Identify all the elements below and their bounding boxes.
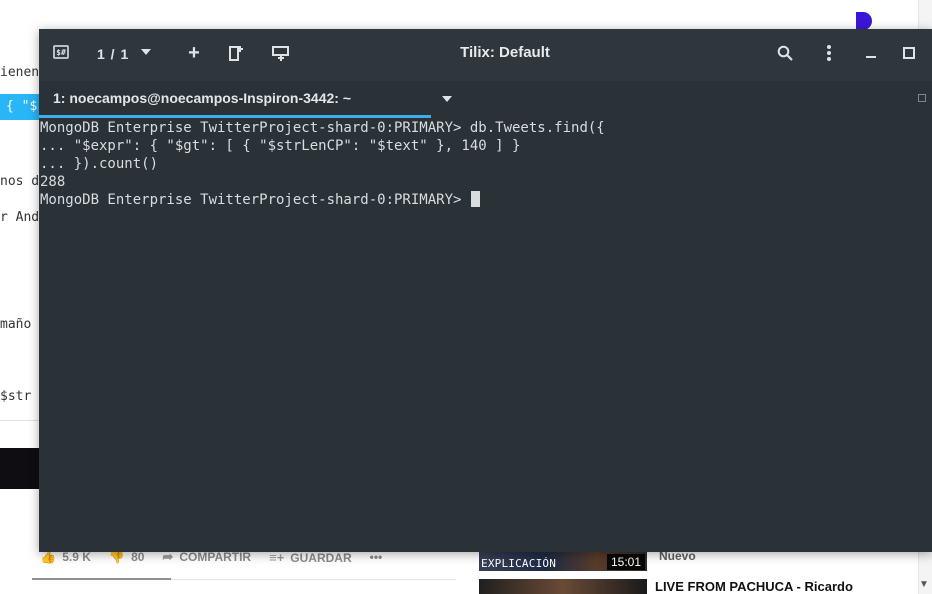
- tab-terminal-1[interactable]: 1: noecampos@noecampos-Inspiron-3442: ~: [39, 81, 431, 119]
- divider: [171, 579, 456, 580]
- share-label: COMPARTIR: [179, 550, 252, 564]
- like-count: 5.9 K: [62, 550, 91, 564]
- dislike-count: 80: [131, 550, 145, 564]
- chevron-down-icon[interactable]: [442, 96, 452, 102]
- video-thumbnail[interactable]: EXPLICACIÓN 15:01: [479, 552, 647, 571]
- video-duration: 15:01: [606, 554, 645, 570]
- terminal-line: ... }).count(): [40, 156, 159, 172]
- tilix-window: $# 1 / 1 + Tilix: Default 1: noecampos@n…: [39, 29, 932, 552]
- terminal-tab-bar: 1: noecampos@noecampos-Inspiron-3442: ~: [39, 81, 932, 119]
- avatar: [856, 12, 872, 30]
- split-vertical-svg: [272, 46, 289, 61]
- like-ratio-bar: [32, 578, 171, 580]
- plus-icon[interactable]: +: [184, 41, 204, 65]
- split-horizontal-svg: [229, 46, 243, 61]
- split-vertical-icon[interactable]: [272, 45, 290, 61]
- video-title-link[interactable]: LIVE FROM PACHUCA - Ricardo: [655, 579, 853, 594]
- thumbnail-caption: EXPLICACIÓN: [481, 557, 557, 570]
- terminal-line: ... "$expr": { "$gt": [ { "$strLenCP": "…: [40, 138, 521, 154]
- more-icon: •••: [369, 550, 383, 564]
- text-cursor: [470, 191, 480, 207]
- tab-label: 1: noecampos@noecampos-Inspiron-3442: ~: [53, 90, 352, 106]
- video-player-edge: [0, 448, 40, 489]
- bg-text-fragment: $str: [0, 389, 32, 404]
- minimize-svg: [866, 56, 876, 58]
- terminal-prompt-line[interactable]: MongoDB Enterprise TwitterProject-shard-…: [40, 191, 480, 209]
- save-label: GUARDAR: [290, 550, 352, 565]
- kebab-svg: [827, 45, 831, 61]
- terminal-prompt: MongoDB Enterprise TwitterProject-shard-…: [40, 192, 470, 208]
- bg-text-fragment: nos d: [0, 174, 40, 189]
- kebab-menu-icon[interactable]: [820, 44, 838, 62]
- active-tab-indicator: [39, 115, 431, 118]
- terminal-output[interactable]: MongoDB Enterprise TwitterProject-shard-…: [39, 119, 932, 552]
- maximize-svg: [903, 47, 915, 59]
- bg-text-fragment: { "$: [6, 99, 38, 114]
- maximize-icon[interactable]: [900, 44, 918, 62]
- terminal-icon[interactable]: $#: [53, 45, 69, 59]
- bg-text-fragment: ienen: [0, 65, 40, 80]
- terminal-icon-glyph: $#: [56, 47, 66, 57]
- minimize-icon[interactable]: [862, 44, 880, 62]
- scroll-down-icon[interactable]: ▼: [919, 579, 929, 590]
- divider: [0, 420, 40, 421]
- terminal-line: 288: [40, 174, 66, 190]
- chevron-down-icon[interactable]: [141, 49, 151, 55]
- more-actions-button[interactable]: •••: [370, 550, 383, 564]
- search-icon[interactable]: [776, 44, 794, 62]
- session-switcher[interactable]: 1 / 1: [97, 43, 129, 65]
- bg-text-fragment: maño: [0, 317, 32, 332]
- window-title: Tilix: Default: [460, 43, 550, 61]
- bg-code-highlight: { "$: [0, 94, 40, 120]
- split-horizontal-icon[interactable]: [229, 45, 243, 61]
- maximize-terminal-icon[interactable]: [918, 94, 926, 102]
- search-svg: [777, 45, 793, 61]
- title-bar[interactable]: $# 1 / 1 + Tilix: Default: [39, 29, 932, 81]
- video-thumbnail[interactable]: [479, 579, 647, 594]
- bg-text-fragment: r And: [0, 210, 40, 225]
- terminal-line: MongoDB Enterprise TwitterProject-shard-…: [40, 120, 605, 136]
